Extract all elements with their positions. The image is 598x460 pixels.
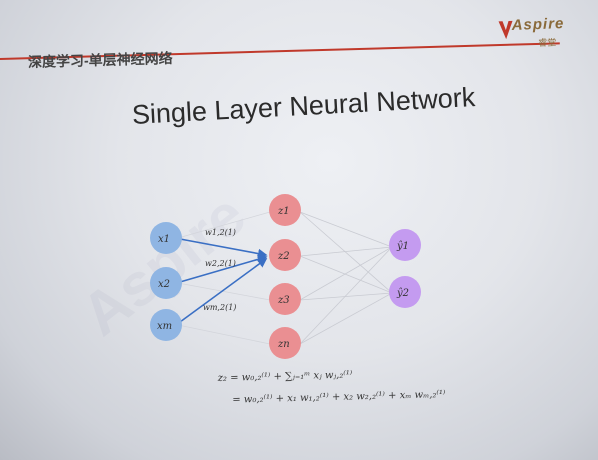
output-label-y2: ŷ2 [396, 288, 409, 299]
hidden-layer: z1 z2 z3 zn [269, 194, 301, 359]
input-label-x2: x2 [158, 279, 170, 290]
weight-label-w22: w2,2(1) [205, 259, 236, 268]
weight-label-wm2: wm,2(1) [203, 303, 236, 312]
formula-block: z₂ = w₀,₂⁽¹⁾ + ∑ⱼ₌₁ᵐ xⱼ wⱼ,₂⁽¹⁾ = w₀,₂⁽¹… [217, 362, 446, 412]
weight-label-w12: w1,2(1) [205, 228, 236, 237]
input-label-x1: x1 [158, 234, 170, 245]
output-label-y1: ŷ1 [396, 241, 409, 252]
hidden-label-z1: z1 [277, 206, 290, 217]
input-layer: x1 x2 xm [150, 222, 182, 341]
hidden-label-z2: z2 [277, 251, 290, 262]
edge-xm-z2 [179, 258, 268, 323]
input-label-xm: xm [157, 321, 172, 332]
edge-x1-z2 [179, 238, 268, 259]
hidden-label-z3: z3 [277, 295, 290, 306]
output-layer: ŷ1 ŷ2 [389, 229, 421, 308]
hidden-output-connections [299, 211, 393, 345]
hidden-label-zn: zn [277, 339, 290, 350]
